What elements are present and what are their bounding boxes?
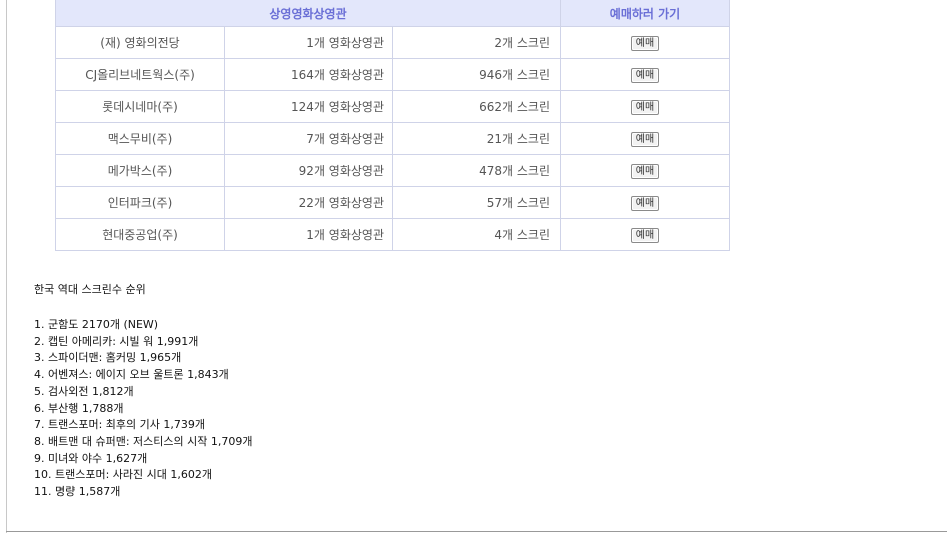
ranking-title: 한국 역대 스크린수 순위 [34, 283, 146, 296]
page-left-border [6, 0, 7, 533]
table-row: 인터파크(주) 22개 영화상영관 57개 스크린 예매 [55, 186, 730, 219]
page-bottom-border [6, 531, 947, 532]
table-row: (재) 영화의전당 1개 영화상영관 2개 스크린 예매 [55, 26, 730, 59]
company-name: CJ올리브네트웍스(주) [55, 58, 225, 91]
theater-count: 22개 영화상영관 [224, 186, 393, 219]
screen-count: 57개 스크린 [392, 186, 561, 219]
list-item: 8. 배트맨 대 슈퍼맨: 저스티스의 시작 1,709개 [34, 434, 253, 448]
list-item: 11. 명량 1,587개 [34, 485, 121, 499]
screen-count: 2개 스크린 [392, 26, 561, 59]
action-cell: 예매 [560, 218, 730, 251]
screen-count: 478개 스크린 [392, 154, 561, 187]
action-cell: 예매 [560, 154, 730, 187]
table-header-row: 상영영화상영관 예매하러 가기 [55, 0, 730, 27]
action-cell: 예매 [560, 186, 730, 219]
book-button[interactable]: 예매 [630, 163, 660, 179]
list-item: 2. 캡틴 아메리카: 시빌 워 1,991개 [34, 334, 199, 348]
list-item: 1. 군함도 2170개 (NEW) [34, 318, 159, 331]
list-item: 9. 미녀와 야수 1,627개 [34, 451, 148, 465]
screen-count: 662개 스크린 [392, 90, 561, 123]
screen-count: 4개 스크린 [392, 218, 561, 251]
header-action: 예매하러 가기 [560, 0, 730, 27]
list-item: 10. 트랜스포머: 사라진 시대 1,602개 [34, 468, 212, 482]
theater-count: 1개 영화상영관 [224, 218, 393, 251]
list-item: 4. 어벤져스: 에이지 오브 울트론 1,843개 [34, 368, 229, 382]
book-button[interactable]: 예매 [630, 99, 660, 115]
theater-count: 92개 영화상영관 [224, 154, 393, 187]
table-row: 맥스무비(주) 7개 영화상영관 21개 스크린 예매 [55, 122, 730, 155]
book-button[interactable]: 예매 [630, 67, 660, 83]
action-cell: 예매 [560, 122, 730, 155]
action-cell: 예매 [560, 90, 730, 123]
cinema-table: 상영영화상영관 예매하러 가기 (재) 영화의전당 1개 영화상영관 2개 스크린 예… [55, 0, 730, 251]
company-name: 인터파크(주) [55, 186, 225, 219]
company-name: 현대중공업(주) [55, 218, 225, 251]
screen-ranking: 한국 역대 스크린수 순위 1. 군함도 2170개 (NEW) 2. 캡틴 아메… [34, 283, 252, 501]
book-button[interactable]: 예매 [630, 131, 660, 147]
theater-count: 7개 영화상영관 [224, 122, 393, 155]
table-row: 롯데시네마(주) 124개 영화상영관 662개 스크린 예매 [55, 90, 730, 123]
table-row: 현대중공업(주) 1개 영화상영관 4개 스크린 예매 [55, 218, 730, 251]
company-name: (재) 영화의전당 [55, 26, 225, 59]
book-button[interactable]: 예매 [630, 227, 660, 243]
theater-count: 1개 영화상영관 [224, 26, 393, 59]
list-item: 5. 검사외전 1,812개 [34, 384, 134, 398]
list-item: 3. 스파이더맨: 홈커밍 1,965개 [34, 351, 182, 365]
action-cell: 예매 [560, 26, 730, 59]
company-name: 맥스무비(주) [55, 122, 225, 155]
screen-count: 21개 스크린 [392, 122, 561, 155]
table-row: CJ올리브네트웍스(주) 164개 영화상영관 946개 스크린 예매 [55, 58, 730, 91]
company-name: 메가박스(주) [55, 154, 225, 187]
theater-count: 164개 영화상영관 [224, 58, 393, 91]
action-cell: 예매 [560, 58, 730, 91]
table-row: 메가박스(주) 92개 영화상영관 478개 스크린 예매 [55, 154, 730, 187]
theater-count: 124개 영화상영관 [224, 90, 393, 123]
book-button[interactable]: 예매 [630, 195, 660, 211]
book-button[interactable]: 예매 [630, 35, 660, 51]
list-item: 7. 트랜스포머: 최후의 기사 1,739개 [34, 418, 205, 432]
screen-count: 946개 스크린 [392, 58, 561, 91]
header-theaters: 상영영화상영관 [55, 0, 561, 27]
ranking-list: 1. 군함도 2170개 (NEW) 2. 캡틴 아메리카: 시빌 워 1,991… [34, 317, 252, 501]
list-item: 6. 부산행 1,788개 [34, 401, 124, 415]
company-name: 롯데시네마(주) [55, 90, 225, 123]
